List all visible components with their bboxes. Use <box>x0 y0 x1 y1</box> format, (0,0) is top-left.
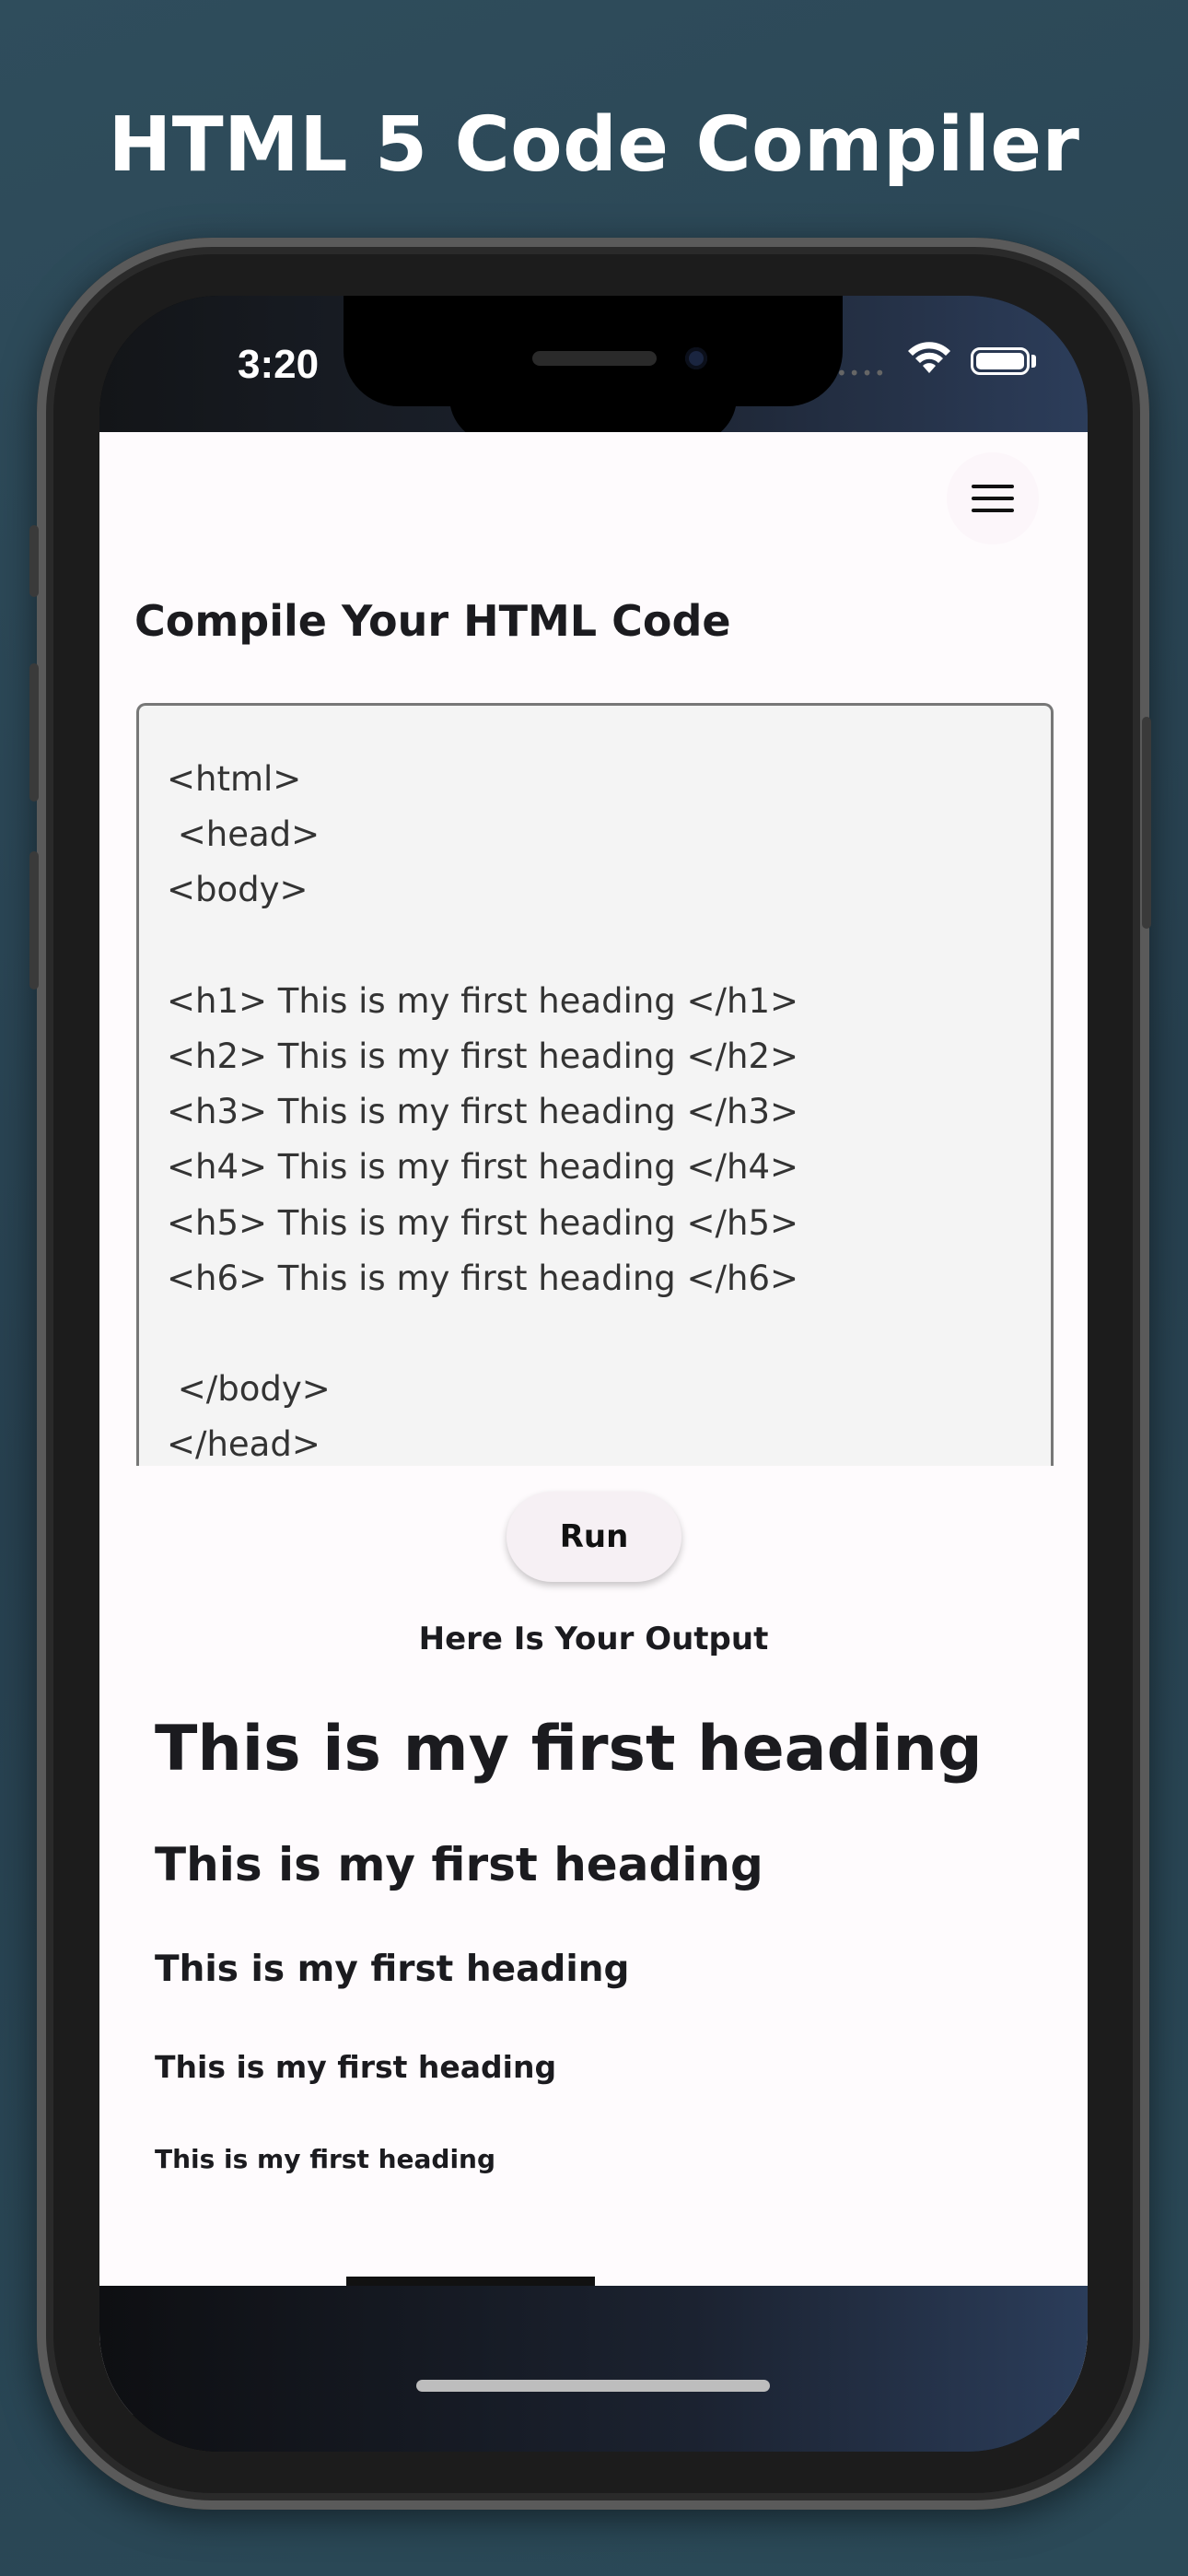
output-heading-h2: This is my first heading <box>155 1838 763 1891</box>
silent-switch <box>29 525 39 597</box>
phone-screen: 3:20 •••• Compile Your HTML Code <html> … <box>99 296 1088 2452</box>
battery-icon <box>971 347 1030 375</box>
front-camera <box>685 347 707 369</box>
wifi-icon <box>908 342 950 373</box>
battery-tip <box>1031 355 1036 368</box>
output-heading-h5: This is my first heading <box>155 2144 496 2174</box>
code-editor-text[interactable]: <html> <head> <body> <h1> This is my fir… <box>167 752 798 1466</box>
output-title: Here Is Your Output <box>418 1621 769 1657</box>
signal-icon: •••• <box>836 362 888 384</box>
output-heading-h3: This is my first heading <box>155 1949 630 1990</box>
active-tab-indicator <box>346 2277 595 2286</box>
output-heading-h4: This is my first heading <box>155 2049 557 2085</box>
output-heading-h1: This is my first heading <box>155 1713 983 1786</box>
status-bar: 3:20 •••• <box>99 296 1088 443</box>
phone-frame: 3:20 •••• Compile Your HTML Code <html> … <box>29 238 1151 2510</box>
speaker-grille <box>532 351 657 366</box>
status-time: 3:20 <box>238 342 320 387</box>
power-button <box>1142 717 1151 929</box>
run-button[interactable]: Run <box>507 1492 681 1582</box>
code-editor[interactable]: <html> <head> <body> <h1> This is my fir… <box>136 703 1054 1466</box>
home-bar-area <box>99 2286 1088 2452</box>
menu-button[interactable] <box>947 452 1039 544</box>
hamburger-menu-icon <box>972 476 1014 521</box>
marketing-title: HTML 5 Code Compiler <box>108 101 1080 189</box>
home-indicator[interactable] <box>416 2380 770 2392</box>
app-content: Compile Your HTML Code <html> <head> <bo… <box>99 432 1088 2415</box>
volume-down-button <box>29 851 39 989</box>
page-title: Compile Your HTML Code <box>134 596 731 646</box>
volume-up-button <box>29 663 39 802</box>
